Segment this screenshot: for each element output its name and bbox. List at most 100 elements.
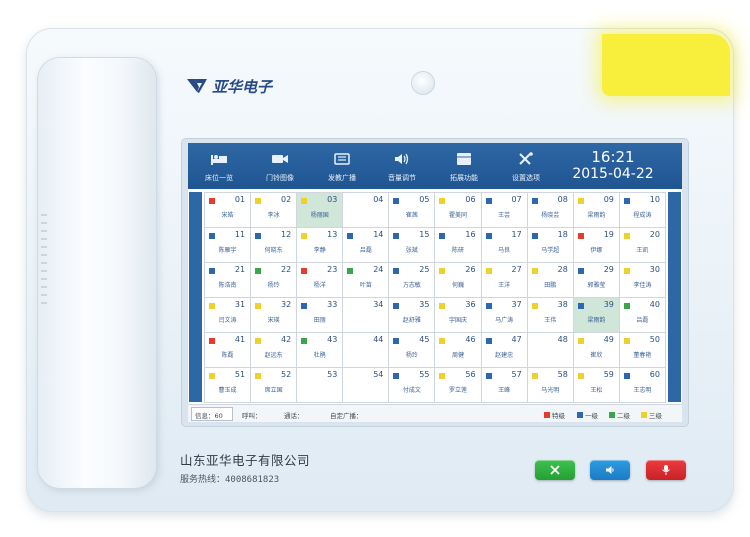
bed-cell[interactable]: 35 赵舒雅 [389, 298, 436, 333]
bed-cell[interactable]: 09 梁雨韵 [573, 193, 620, 228]
bed-cell[interactable]: 12 何晓东 [251, 228, 298, 263]
level-marker [623, 373, 630, 379]
patient-name: 梁雨韵 [587, 212, 606, 219]
menu-door-camera[interactable]: 门铃图像 [250, 147, 310, 187]
bed-cell[interactable]: 41 陈磊 [205, 333, 252, 368]
bed-cell[interactable]: 31 闫文涛 [205, 298, 252, 333]
bed-cell[interactable]: 34 [343, 298, 390, 333]
bed-cell[interactable]: 04 [343, 193, 390, 228]
bed-cell[interactable]: 33 田丽 [297, 298, 344, 333]
bed-cell[interactable]: 37 马广涛 [481, 298, 528, 333]
bed-number: 59 [603, 370, 614, 379]
bed-cell[interactable]: 53 [297, 368, 344, 403]
bed-cell[interactable]: 29 郭雅莹 [573, 263, 620, 298]
bed-cell[interactable]: 13 李静 [297, 228, 344, 263]
bed-cell[interactable]: 18 马学超 [527, 228, 574, 263]
level-marker [623, 338, 630, 344]
menu-label: 门铃图像 [266, 174, 294, 182]
bed-cell[interactable]: 22 杨玲 [251, 263, 298, 298]
bed-cell[interactable]: 26 何巍 [435, 263, 482, 298]
bed-cell[interactable]: 52 席立国 [251, 368, 298, 403]
bed-cell[interactable]: 14 吕磊 [343, 228, 390, 263]
bed-cell[interactable]: 48 [527, 333, 574, 368]
bed-cell[interactable]: 43 杜鹃 [297, 333, 344, 368]
bed-cell[interactable]: 54 [343, 368, 390, 403]
level-marker [577, 303, 584, 309]
bed-cell[interactable]: 10 程成涛 [619, 193, 666, 228]
bed-cell[interactable]: 56 罗立莲 [435, 368, 482, 403]
bed-number: 18 [557, 230, 568, 239]
bed-cell[interactable]: 42 赵远东 [251, 333, 298, 368]
level-marker [439, 198, 446, 204]
level-marker [439, 268, 446, 274]
handset-grip [38, 208, 48, 308]
bed-cell[interactable]: 07 王芸 [481, 193, 528, 228]
bed-cell[interactable]: 36 宇国庆 [435, 298, 482, 333]
bed-cell[interactable]: 30 李佳涛 [619, 263, 666, 298]
bed-number: 28 [557, 265, 568, 274]
bed-number: 58 [557, 370, 568, 379]
bed-number: 52 [281, 370, 292, 379]
bed-cell[interactable]: 50 董春艳 [619, 333, 666, 368]
bed-cell[interactable]: 23 杨洋 [297, 263, 344, 298]
menu-broadcast[interactable]: 发教广播 [312, 147, 372, 187]
bed-cell[interactable]: 19 伊娜 [573, 228, 620, 263]
patient-name: 杨丽国 [310, 212, 329, 219]
patient-name: 王峰 [498, 387, 511, 394]
bed-cell[interactable]: 32 宋瑛 [251, 298, 298, 333]
bed-cell[interactable]: 27 王洋 [481, 263, 528, 298]
bed-cell[interactable]: 55 付成文 [389, 368, 436, 403]
patient-name: 付成文 [402, 387, 421, 394]
bed-cell[interactable]: 15 张斌 [389, 228, 436, 263]
bed-cell[interactable]: 45 杨玲 [389, 333, 436, 368]
patient-name: 崔茜 [405, 212, 418, 219]
level-marker [255, 373, 262, 379]
level-marker [623, 233, 630, 239]
patient-name: 梁雨韵 [587, 317, 606, 324]
bed-cell[interactable]: 17 马良 [481, 228, 528, 263]
bed-number: 23 [327, 265, 338, 274]
bed-cell[interactable]: 47 赵建忠 [481, 333, 528, 368]
bed-cell[interactable]: 16 陈研 [435, 228, 482, 263]
level-marker [301, 233, 308, 239]
bed-cell[interactable]: 24 叶苗 [343, 263, 390, 298]
menu-bed-overview[interactable]: 床位一览 [189, 147, 249, 187]
level-marker [209, 268, 215, 274]
menu-volume[interactable]: 音量调节 [372, 147, 432, 187]
bed-cell[interactable]: 59 王松 [573, 368, 620, 403]
bed-cell[interactable]: 08 杨晓芸 [527, 193, 574, 228]
bed-cell[interactable]: 38 王伟 [527, 298, 574, 333]
bed-cell[interactable]: 57 王峰 [481, 368, 528, 403]
bed-cell[interactable]: 46 周健 [435, 333, 482, 368]
bed-cell[interactable]: 02 李冰 [251, 193, 298, 228]
bed-cell[interactable]: 21 陈浩南 [205, 263, 252, 298]
bed-cell[interactable]: 03 杨丽国 [297, 193, 344, 228]
speaker-button[interactable] [590, 460, 630, 480]
bed-cell[interactable]: 49 崔欣 [573, 333, 620, 368]
bed-cell[interactable]: 01 宋皓 [205, 193, 252, 228]
bed-cell[interactable]: 25 方志敏 [389, 263, 436, 298]
bed-cell[interactable]: 44 [343, 333, 390, 368]
menu-settings[interactable]: 设置选项 [496, 147, 556, 187]
bed-cell[interactable]: 05 崔茜 [389, 193, 436, 228]
menu-extension[interactable]: 拓展功能 [434, 147, 494, 187]
bed-cell[interactable]: 51 曹玉成 [205, 368, 252, 403]
mic-button[interactable] [646, 460, 686, 480]
service-hotline: 服务热线：4008681823 [180, 475, 280, 485]
bed-number: 07 [511, 195, 522, 204]
bed-cell[interactable]: 58 马光明 [527, 368, 574, 403]
level-marker [577, 198, 584, 204]
bed-cell[interactable]: 06 霍美同 [435, 193, 482, 228]
bed-cell[interactable]: 11 陈雁宇 [205, 228, 252, 263]
bed-number: 31 [234, 300, 246, 309]
bed-cell[interactable]: 60 王志明 [619, 368, 666, 403]
bed-cell[interactable]: 40 吕磊 [619, 298, 666, 333]
bed-cell[interactable]: 20 王凯 [619, 228, 666, 263]
broadcast-icon [334, 153, 350, 165]
handset[interactable] [38, 58, 156, 488]
call-status: 呼叫： [242, 412, 262, 420]
hangup-button[interactable] [535, 460, 575, 480]
bed-number: 35 [419, 300, 430, 309]
bed-cell[interactable]: 39 梁雨韵 [573, 298, 620, 333]
bed-cell[interactable]: 28 田鹏 [527, 263, 574, 298]
